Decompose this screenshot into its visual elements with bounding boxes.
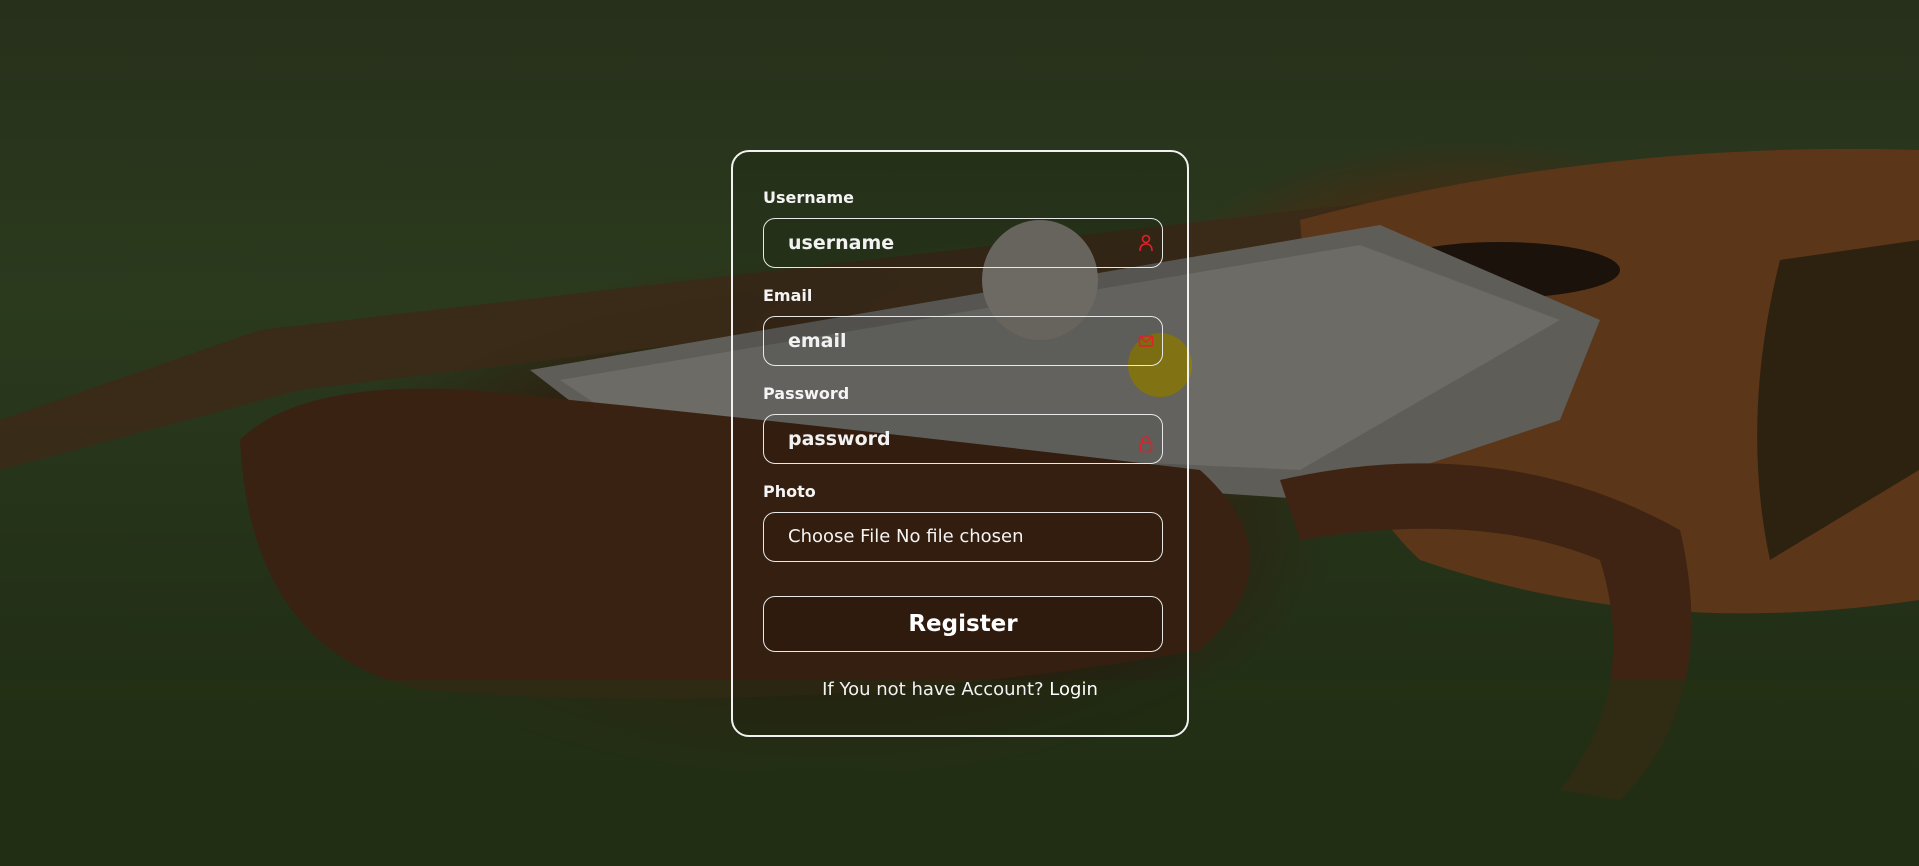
- choose-file-button[interactable]: Choose File: [788, 526, 890, 547]
- register-button[interactable]: Register: [763, 596, 1163, 652]
- password-field-wrapper: [763, 414, 1163, 464]
- photo-file-input[interactable]: Choose File No file chosen: [763, 512, 1163, 562]
- username-input[interactable]: [764, 219, 1162, 267]
- login-prompt: If You not have Account? Login: [733, 679, 1187, 700]
- password-input[interactable]: [764, 415, 1162, 463]
- login-link[interactable]: Login: [1049, 679, 1098, 700]
- file-status: No file chosen: [896, 526, 1024, 547]
- envelope-icon: [1138, 332, 1154, 350]
- register-card: Username Email Password Photo: [731, 150, 1189, 737]
- login-prompt-text: If You not have Account?: [822, 679, 1044, 700]
- lock-icon: [1138, 435, 1154, 453]
- username-label: Username: [763, 188, 854, 207]
- email-field-wrapper: [763, 316, 1163, 366]
- photo-label: Photo: [763, 482, 816, 501]
- email-input[interactable]: [764, 317, 1162, 365]
- person-icon: [1138, 234, 1154, 252]
- username-field-wrapper: [763, 218, 1163, 268]
- password-label: Password: [763, 384, 850, 403]
- email-label: Email: [763, 286, 813, 305]
- file-input-text: Choose File No file chosen: [788, 526, 1024, 547]
